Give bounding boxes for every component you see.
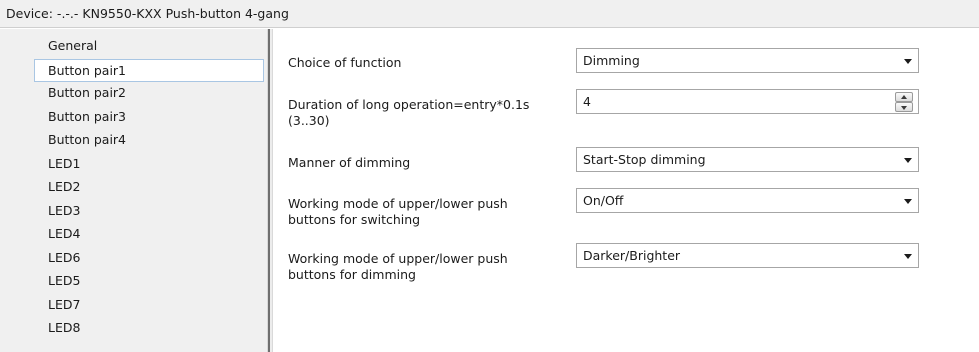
arrow-down-icon (901, 106, 907, 110)
duration-spinbox[interactable]: 4 (576, 89, 919, 114)
dimming-manner-select[interactable]: Start-Stop dimming (576, 147, 919, 172)
sidebar-item-led2[interactable]: LED2 (0, 176, 267, 200)
chevron-down-icon (904, 158, 912, 163)
sidebar-item-led7[interactable]: LED7 (0, 294, 267, 318)
sidebar-item-led1[interactable]: LED1 (0, 153, 267, 177)
function-label: Choice of function (288, 55, 402, 70)
arrow-up-icon (901, 95, 907, 99)
nav-list: General Button pair1 Button pair2 Button… (0, 29, 267, 341)
chevron-down-icon (904, 254, 912, 259)
function-value: Dimming (583, 53, 640, 68)
device-name: KN9550-KXX Push-button 4-gang (82, 6, 289, 21)
spin-down-button[interactable] (895, 102, 913, 112)
dimming-manner-label: Manner of dimming (288, 155, 411, 170)
device-title-bar: Device: -.-.- KN9550-KXX Push-button 4-g… (0, 0, 979, 28)
duration-label: Duration of long operation=entry*0.1s (3… (288, 97, 530, 128)
sidebar-item-button-pair1[interactable]: Button pair1 (34, 58, 264, 82)
sidebar-item-led4[interactable]: LED4 (0, 223, 267, 247)
sidebar-item-button-pair3[interactable]: Button pair3 (0, 106, 267, 130)
sidebar-item-led5[interactable]: LED5 (0, 270, 267, 294)
function-select[interactable]: Dimming (576, 48, 919, 73)
spin-buttons (895, 92, 913, 112)
parameter-tree: General Button pair1 Button pair2 Button… (0, 29, 268, 352)
dim-mode-label: Working mode of upper/lower push buttons… (288, 251, 508, 282)
spin-up-button[interactable] (895, 92, 913, 102)
sidebar-item-general[interactable]: General (0, 35, 267, 59)
device-label: Device: -.-.- (6, 6, 79, 21)
chevron-down-icon (904, 59, 912, 64)
dim-mode-select[interactable]: Darker/Brighter (576, 243, 919, 268)
sidebar-item-button-pair4[interactable]: Button pair4 (0, 129, 267, 153)
dim-mode-value: Darker/Brighter (583, 248, 681, 263)
dimming-manner-value: Start-Stop dimming (583, 152, 706, 167)
sidebar-item-led8[interactable]: LED8 (0, 317, 267, 341)
duration-value: 4 (583, 94, 591, 109)
switch-mode-value: On/Off (583, 193, 624, 208)
switch-mode-label: Working mode of upper/lower push buttons… (288, 196, 508, 227)
parameter-panel: Choice of function Dimming Duration of l… (273, 29, 979, 352)
sidebar-item-led3[interactable]: LED3 (0, 200, 267, 224)
sidebar-item-led6[interactable]: LED6 (0, 247, 267, 271)
sidebar-item-button-pair2[interactable]: Button pair2 (0, 82, 267, 106)
switch-mode-select[interactable]: On/Off (576, 188, 919, 213)
chevron-down-icon (904, 199, 912, 204)
